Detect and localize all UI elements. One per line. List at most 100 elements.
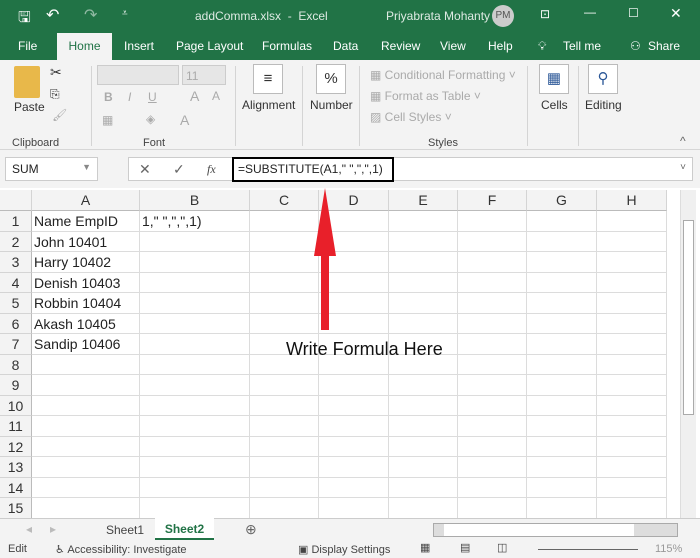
- cell-C4[interactable]: [250, 272, 319, 293]
- column-header-F[interactable]: F: [458, 190, 527, 211]
- cell-G10[interactable]: [527, 395, 597, 416]
- cell-C15[interactable]: [250, 498, 319, 519]
- fill-color-icon[interactable]: ◈: [146, 112, 155, 126]
- row-header-2[interactable]: 2: [0, 231, 32, 252]
- cell-B12[interactable]: [140, 436, 250, 457]
- cell-F12[interactable]: [458, 436, 527, 457]
- sheet-tab-sheet2[interactable]: Sheet2: [155, 518, 214, 540]
- shrink-font-icon[interactable]: A: [212, 89, 220, 103]
- cell-A10[interactable]: [32, 395, 140, 416]
- cell-A9[interactable]: [32, 375, 140, 396]
- cell-G12[interactable]: [527, 436, 597, 457]
- cell-G14[interactable]: [527, 477, 597, 498]
- page-break-view-icon[interactable]: ◫: [497, 541, 507, 554]
- cell-A5[interactable]: Robbin 10404: [32, 293, 140, 314]
- collapse-ribbon-icon[interactable]: ^: [680, 134, 686, 148]
- cell-F1[interactable]: [458, 211, 527, 232]
- next-sheet-icon[interactable]: ▸: [50, 522, 56, 536]
- row-header-4[interactable]: 4: [0, 272, 32, 293]
- alignment-button[interactable]: Alignment: [242, 98, 295, 112]
- tab-help[interactable]: Help: [488, 39, 513, 53]
- cell-G8[interactable]: [527, 354, 597, 375]
- cell-G1[interactable]: [527, 211, 597, 232]
- cut-icon[interactable]: ✂: [50, 64, 62, 81]
- maximize-icon[interactable]: ☐: [628, 6, 639, 20]
- tab-formulas[interactable]: Formulas: [262, 39, 312, 53]
- cell-G15[interactable]: [527, 498, 597, 519]
- cell-E2[interactable]: [389, 231, 458, 252]
- cells-button[interactable]: Cells: [541, 98, 568, 112]
- fx-icon[interactable]: fx: [207, 162, 216, 177]
- cancel-icon[interactable]: ✕: [139, 161, 151, 178]
- cell-A15[interactable]: [32, 498, 140, 519]
- row-header-14[interactable]: 14: [0, 477, 32, 498]
- cell-B10[interactable]: [140, 395, 250, 416]
- formula-text[interactable]: =SUBSTITUTE(A1," ",",",1): [232, 157, 394, 182]
- cell-F8[interactable]: [458, 354, 527, 375]
- cell-H10[interactable]: [597, 395, 667, 416]
- cell-A12[interactable]: [32, 436, 140, 457]
- cell-G4[interactable]: [527, 272, 597, 293]
- tab-page-layout[interactable]: Page Layout: [176, 39, 243, 53]
- font-name-select[interactable]: [97, 65, 179, 85]
- user-name[interactable]: Priyabrata Mohanty: [386, 9, 490, 23]
- cell-A4[interactable]: Denish 10403: [32, 272, 140, 293]
- number-button[interactable]: Number: [310, 98, 353, 112]
- chevron-down-icon[interactable]: ▼: [82, 162, 91, 172]
- borders-icon[interactable]: ▦: [102, 113, 113, 127]
- cell-H8[interactable]: [597, 354, 667, 375]
- row-header-13[interactable]: 13: [0, 457, 32, 478]
- tab-view[interactable]: View: [440, 39, 466, 53]
- cell-D13[interactable]: [319, 457, 389, 478]
- cell-G7[interactable]: [527, 334, 597, 355]
- cell-A1[interactable]: Name EmpID: [32, 211, 140, 232]
- column-header-G[interactable]: G: [527, 190, 597, 211]
- cell-F6[interactable]: [458, 313, 527, 334]
- cell-C11[interactable]: [250, 416, 319, 437]
- cell-C9[interactable]: [250, 375, 319, 396]
- cell-F15[interactable]: [458, 498, 527, 519]
- cell-E10[interactable]: [389, 395, 458, 416]
- cell-G3[interactable]: [527, 252, 597, 273]
- editing-button[interactable]: Editing: [585, 98, 622, 112]
- cell-B2[interactable]: [140, 231, 250, 252]
- tab-insert[interactable]: Insert: [124, 39, 154, 53]
- format-as-table-button[interactable]: ▦ Format as Table ˅: [370, 89, 481, 103]
- save-icon[interactable]: 🖫: [18, 7, 31, 32]
- scroll-thumb[interactable]: [683, 220, 694, 415]
- accessibility-status[interactable]: ♿︎ Accessibility: Investigate: [55, 543, 187, 556]
- cell-B13[interactable]: [140, 457, 250, 478]
- cell-A3[interactable]: Harry 10402: [32, 252, 140, 273]
- cell-C10[interactable]: [250, 395, 319, 416]
- cell-D12[interactable]: [319, 436, 389, 457]
- cell-B11[interactable]: [140, 416, 250, 437]
- close-icon[interactable]: ✕: [670, 5, 682, 22]
- cell-B14[interactable]: [140, 477, 250, 498]
- cell-H11[interactable]: [597, 416, 667, 437]
- row-header-11[interactable]: 11: [0, 416, 32, 437]
- redo-icon[interactable]: ↷: [84, 5, 97, 25]
- zoom-level[interactable]: 115%: [655, 543, 682, 555]
- customize-qat-icon[interactable]: ⩡: [122, 8, 128, 19]
- cell-D14[interactable]: [319, 477, 389, 498]
- row-header-12[interactable]: 12: [0, 436, 32, 457]
- zoom-slider[interactable]: [538, 549, 638, 550]
- font-size-select[interactable]: 11: [182, 65, 226, 85]
- cell-G13[interactable]: [527, 457, 597, 478]
- cell-F2[interactable]: [458, 231, 527, 252]
- cell-G5[interactable]: [527, 293, 597, 314]
- cell-F4[interactable]: [458, 272, 527, 293]
- cell-A8[interactable]: [32, 354, 140, 375]
- vertical-scrollbar[interactable]: [680, 190, 696, 518]
- cell-E1[interactable]: [389, 211, 458, 232]
- cell-B1[interactable]: 1," ",",",1): [140, 211, 250, 232]
- paste-icon[interactable]: [14, 66, 40, 98]
- cell-B7[interactable]: [140, 334, 250, 355]
- paste-button[interactable]: Paste: [14, 100, 45, 114]
- grow-font-icon[interactable]: A: [190, 88, 199, 104]
- cell-A13[interactable]: [32, 457, 140, 478]
- cell-F9[interactable]: [458, 375, 527, 396]
- cell-C5[interactable]: [250, 293, 319, 314]
- conditional-formatting-button[interactable]: ▦ Conditional Formatting ˅: [370, 68, 516, 82]
- alignment-icon[interactable]: ≡: [253, 64, 283, 94]
